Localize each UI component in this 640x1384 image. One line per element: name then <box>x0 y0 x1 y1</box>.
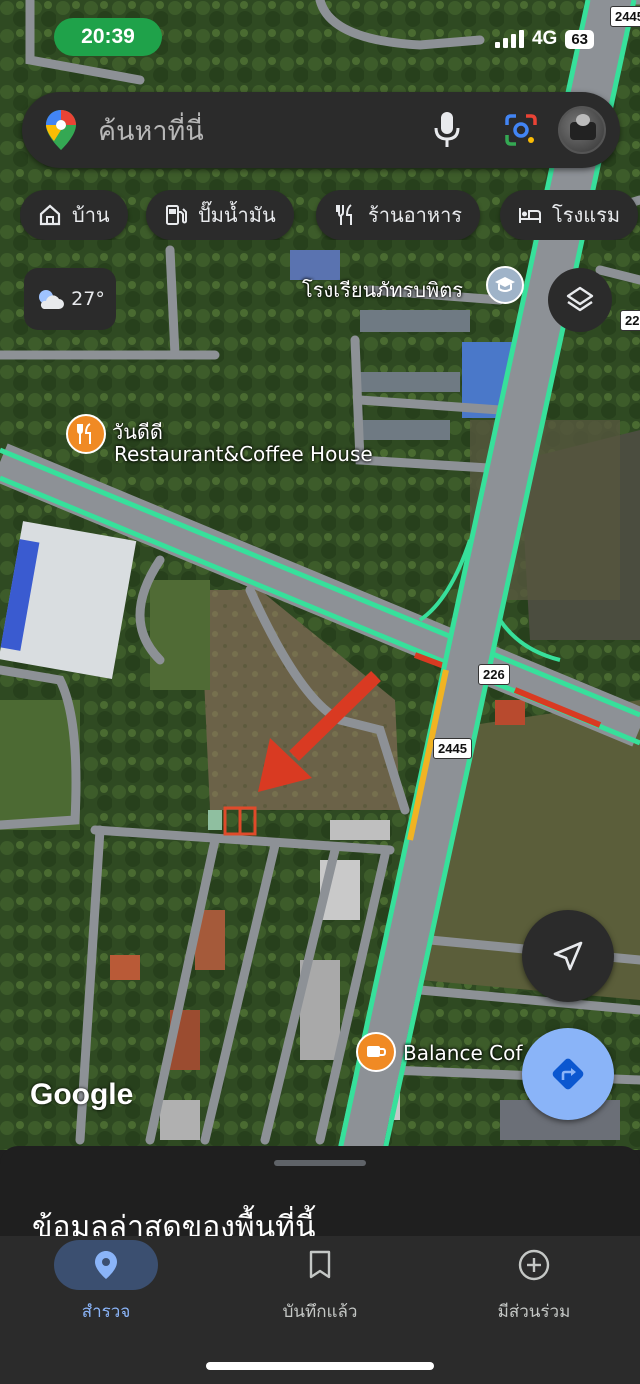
directions-button[interactable] <box>522 1028 614 1120</box>
network-type: 4G <box>531 28 558 49</box>
bookmark-icon <box>309 1250 331 1279</box>
chip-label: บ้าน <box>72 203 110 227</box>
chip-home[interactable]: บ้าน <box>20 190 128 240</box>
nav-explore-label: สำรวจ <box>81 1302 131 1322</box>
chip-label: ปั๊มน้ำมัน <box>198 203 276 227</box>
nav-explore[interactable]: สำรวจ <box>16 1236 196 1325</box>
mic-icon[interactable] <box>432 110 462 150</box>
category-chips: บ้าน ปั๊มน้ำมัน ร้านอาหาร โรงแรม <box>20 190 640 240</box>
nav-contribute-icon-wrap <box>482 1240 586 1290</box>
search-bar[interactable]: ค้นหาที่นี่ <box>22 92 620 168</box>
battery-icon: 63 <box>565 29 594 49</box>
google-logo: Google <box>30 1078 134 1111</box>
road-shield-2445: 2445 <box>433 738 472 759</box>
layers-button[interactable] <box>548 268 612 332</box>
nav-saved-icon-wrap <box>268 1240 372 1290</box>
chip-gas-station[interactable]: ปั๊มน้ำมัน <box>146 190 294 240</box>
restaurant-icon <box>336 204 352 225</box>
nav-saved-label: บันทึกแล้ว <box>282 1302 358 1322</box>
navigation-arrow-icon <box>553 941 583 971</box>
my-location-button[interactable] <box>522 910 614 1002</box>
directions-icon <box>552 1058 584 1090</box>
chip-restaurant[interactable]: ร้านอาหาร <box>316 190 481 240</box>
road-shield-226: 226 <box>478 664 510 685</box>
gas-station-icon <box>166 205 187 225</box>
coffee-icon[interactable] <box>356 1032 396 1072</box>
home-indicator[interactable] <box>206 1362 434 1370</box>
partly-cloudy-icon <box>39 290 65 309</box>
school-icon[interactable] <box>486 266 524 304</box>
avatar[interactable] <box>558 106 606 154</box>
restaurant-icon[interactable] <box>66 414 106 454</box>
chip-hotel[interactable]: โรงแรม <box>500 190 639 240</box>
road-shield-partial: 22 <box>620 310 640 331</box>
cafe-label[interactable]: Balance Cof <box>403 1041 522 1065</box>
sheet-drag-handle[interactable] <box>274 1160 366 1166</box>
weather-temp: 27° <box>71 288 105 310</box>
google-maps-pin-icon <box>46 110 76 150</box>
search-input[interactable]: ค้นหาที่นี่ <box>98 109 432 152</box>
restaurant-name-en[interactable]: Restaurant&Coffee House <box>114 442 373 466</box>
chip-label: โรงแรม <box>552 203 621 227</box>
nav-saved[interactable]: บันทึกแล้ว <box>230 1236 410 1325</box>
nav-contribute[interactable]: มีส่วนร่วม <box>444 1236 624 1325</box>
bottom-sheet[interactable]: ข้อมูลล่าสุดของพื้นที่นี้ <box>0 1146 640 1246</box>
chip-label: ร้านอาหาร <box>368 203 463 227</box>
home-icon <box>39 204 61 226</box>
school-label[interactable]: โรงเรียนภัทรบพิตร <box>302 274 463 306</box>
status-time: 20:39 <box>54 18 162 56</box>
hotel-icon <box>519 208 541 223</box>
nav-explore-icon-wrap <box>54 1240 158 1290</box>
nav-contribute-label: มีส่วนร่วม <box>497 1302 571 1322</box>
layers-icon <box>566 286 594 312</box>
add-circle-icon <box>518 1249 550 1281</box>
weather-widget[interactable]: 27° <box>24 268 116 330</box>
explore-pin-icon <box>95 1251 117 1279</box>
google-lens-icon[interactable] <box>504 113 538 147</box>
road-shield-2445-top: 2445 <box>610 6 640 27</box>
status-indicators: 4G 63 <box>494 28 594 50</box>
signal-icon <box>494 30 524 48</box>
